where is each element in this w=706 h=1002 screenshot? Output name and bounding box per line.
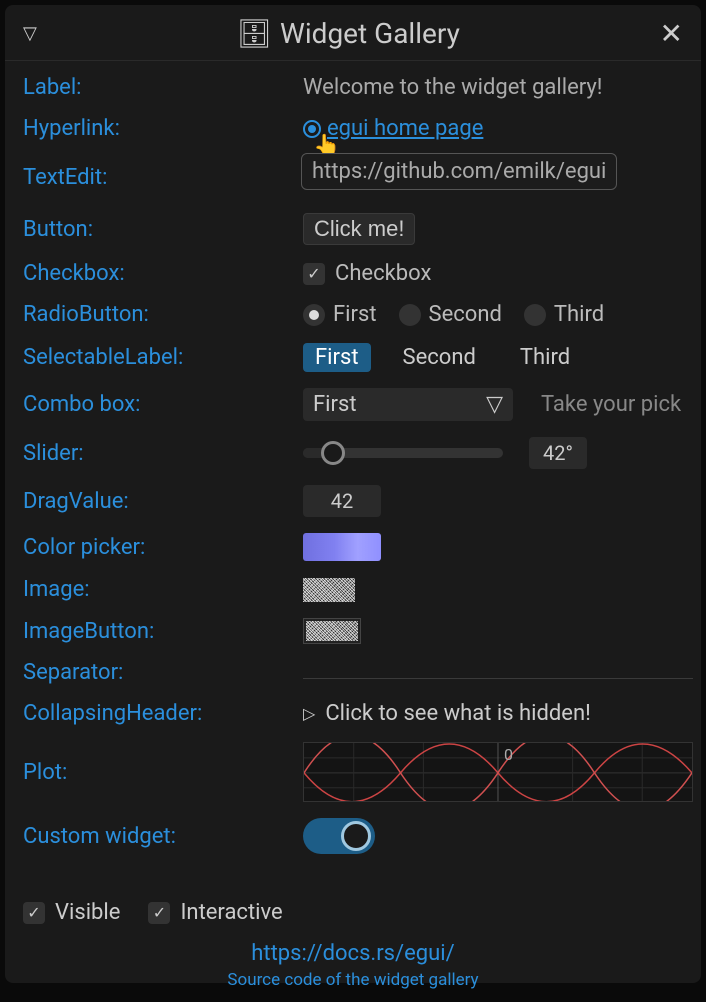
slider[interactable] <box>303 448 503 458</box>
label-row-name: Label: <box>23 75 303 100</box>
checkbox-row-name: Checkbox: <box>23 261 303 286</box>
imagebutton-row-name: ImageButton: <box>23 619 303 644</box>
combo-hint: Take your pick <box>541 392 681 417</box>
radio-first[interactable]: First <box>303 302 377 327</box>
hyperlink-text: egui home page <box>327 116 483 141</box>
selectable-third[interactable]: Third <box>508 343 582 372</box>
radio-second[interactable]: Second <box>399 302 502 327</box>
window: ▽ 🗄 Widget Gallery ✕ Label: Welcome to t… <box>5 5 701 983</box>
selectable-row-name: SelectableLabel: <box>23 345 303 370</box>
interactive-label: Interactive <box>180 900 282 925</box>
image-button[interactable] <box>303 618 361 644</box>
toggle-knob <box>341 821 371 851</box>
image <box>303 578 355 602</box>
color-row-name: Color picker: <box>23 535 303 560</box>
visible-label: Visible <box>55 900 120 925</box>
check-icon: ✓ <box>23 902 45 924</box>
radio-row-name: RadioButton: <box>23 302 303 327</box>
collapsing-row-name: CollapsingHeader: <box>23 701 303 726</box>
close-icon[interactable]: ✕ <box>660 17 683 50</box>
drag-row-name: DragValue: <box>23 489 303 514</box>
plot-origin-label: 0 <box>504 745 513 764</box>
slider-value[interactable]: 42° <box>529 437 587 469</box>
selectable-second[interactable]: Second <box>391 343 488 372</box>
hyperlink-cell: egui home page 👆 <box>303 116 693 141</box>
footer-links: https://docs.rs/egui/ Source code of the… <box>5 925 701 1002</box>
interactive-checkbox[interactable]: ✓ Interactive <box>148 900 282 925</box>
button-row-name: Button: <box>23 217 303 242</box>
check-icon: ✓ <box>148 902 170 924</box>
combo-selected: First <box>313 392 357 417</box>
footer-checks: ✓ Visible ✓ Interactive <box>5 900 701 925</box>
label-value: Welcome to the widget gallery! <box>303 75 693 100</box>
check-icon: ✓ <box>303 263 325 285</box>
selectable-first[interactable]: First <box>303 343 371 372</box>
archive-icon: 🗄 <box>236 17 272 50</box>
hyperlink-row-name: Hyperlink: <box>23 116 303 141</box>
color-picker[interactable] <box>303 533 381 561</box>
window-title: Widget Gallery <box>280 17 460 50</box>
textedit-cell: https://github.com/emilk/egui <box>303 157 693 197</box>
separator <box>303 678 693 679</box>
body-grid: Label: Welcome to the widget gallery! Hy… <box>5 61 701 864</box>
chevron-down-icon: ▽ <box>486 392 503 417</box>
slider-row-name: Slider: <box>23 441 303 466</box>
checkbox[interactable]: ✓ Checkbox <box>303 261 431 286</box>
custom-toggle[interactable] <box>303 818 375 854</box>
hyperlink-tooltip: https://github.com/emilk/egui <box>301 153 617 190</box>
collapsing-header[interactable]: ▷ Click to see what is hidden! <box>303 701 591 726</box>
plot[interactable]: 0 <box>303 742 693 802</box>
click-me-button[interactable]: Click me! <box>303 213 415 245</box>
source-link[interactable]: Source code of the widget gallery <box>5 970 701 990</box>
titlebar: ▽ 🗄 Widget Gallery ✕ <box>5 5 701 61</box>
combo-box[interactable]: First ▽ <box>303 388 513 421</box>
textedit-row-name: TextEdit: <box>23 165 303 190</box>
custom-row-name: Custom widget: <box>23 824 303 849</box>
image-row-name: Image: <box>23 577 303 602</box>
combo-row-name: Combo box: <box>23 392 303 417</box>
checkbox-label: Checkbox <box>335 261 431 286</box>
collapse-window-icon[interactable]: ▽ <box>23 23 37 44</box>
plot-row-name: Plot: <box>23 760 303 785</box>
collapsing-label: Click to see what is hidden! <box>325 701 590 726</box>
drag-value[interactable]: 42 <box>303 485 381 517</box>
separator-row-name: Separator: <box>23 660 303 685</box>
slider-thumb[interactable] <box>321 441 345 465</box>
triangle-right-icon: ▷ <box>303 704 315 723</box>
visible-checkbox[interactable]: ✓ Visible <box>23 900 120 925</box>
docs-link[interactable]: https://docs.rs/egui/ <box>5 941 701 966</box>
radio-third[interactable]: Third <box>524 302 604 327</box>
